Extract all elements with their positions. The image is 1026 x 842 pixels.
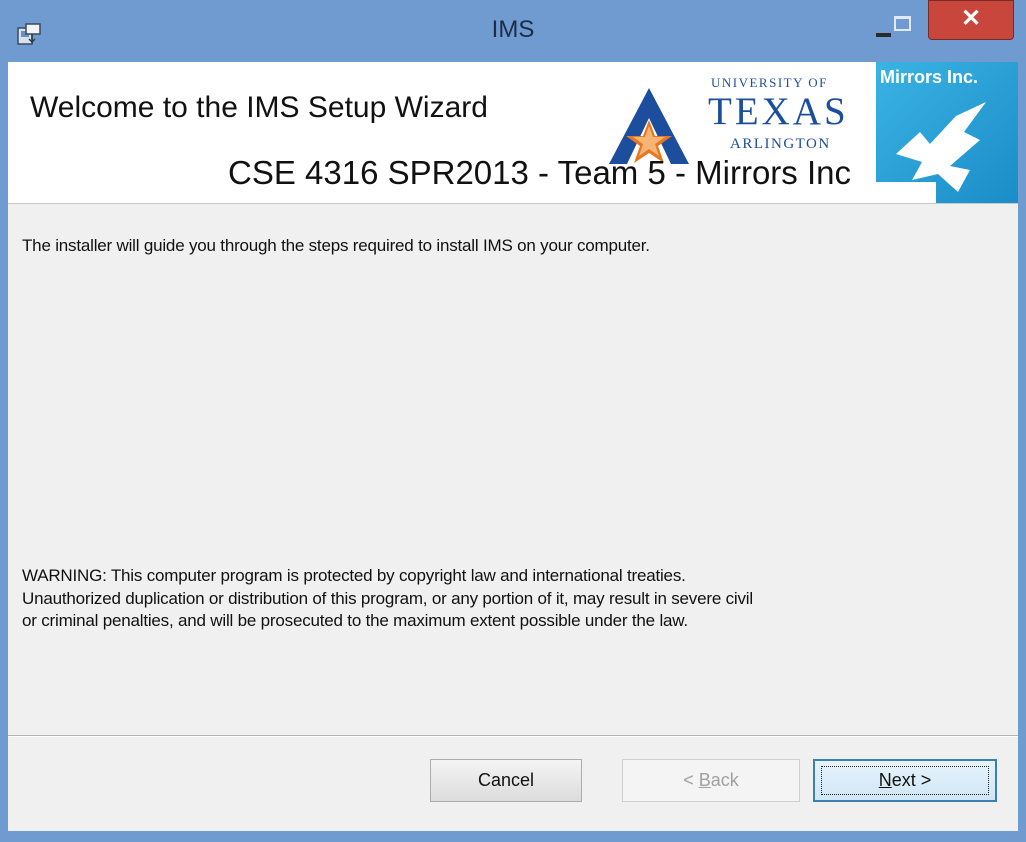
back-button-label: < Back	[683, 770, 739, 790]
back-prefix: <	[683, 770, 699, 790]
copyright-warning: WARNING: This computer program is protec…	[22, 566, 753, 630]
back-button[interactable]: < Back	[622, 759, 800, 802]
intro-text: The installer will guide you through the…	[22, 236, 650, 255]
title-bar[interactable]: IMS ✕	[0, 0, 1026, 62]
close-button[interactable]: ✕	[928, 0, 1014, 40]
wizard-banner: Welcome to the IMS Setup Wizard UNIVERSI…	[8, 62, 1018, 203]
uta-logo-line3: ARLINGTON	[730, 136, 831, 152]
button-separator	[8, 735, 1018, 737]
next-mnemonic: N	[878, 770, 892, 790]
banner-title: Welcome to the IMS Setup Wizard	[30, 91, 488, 124]
banner-subtitle: CSE 4316 SPR2013 - Team 5 - Mirrors Inc	[228, 154, 851, 191]
back-rest: ack	[710, 770, 739, 790]
maximize-button[interactable]	[874, 8, 926, 42]
maximize-icon	[894, 16, 911, 31]
uta-logo-line1: UNIVERSITY OF	[711, 75, 828, 90]
back-mnemonic: B	[698, 770, 711, 790]
next-rest: ext >	[891, 770, 932, 790]
cancel-button-label: Cancel	[477, 770, 535, 790]
mirrors-logo-text: Mirrors Inc.	[880, 67, 979, 87]
installer-window: IMS ✕ Welcome to the IMS Setup Wizard UN…	[0, 0, 1026, 842]
next-button-label: Next >	[879, 770, 932, 790]
close-icon: ✕	[960, 5, 982, 32]
uta-logo-line2: TEXAS	[708, 90, 849, 133]
wizard-content: The installer will guide you through the…	[8, 203, 1018, 831]
next-button[interactable]: Next >	[813, 759, 997, 802]
cancel-button[interactable]: Cancel	[430, 759, 582, 802]
